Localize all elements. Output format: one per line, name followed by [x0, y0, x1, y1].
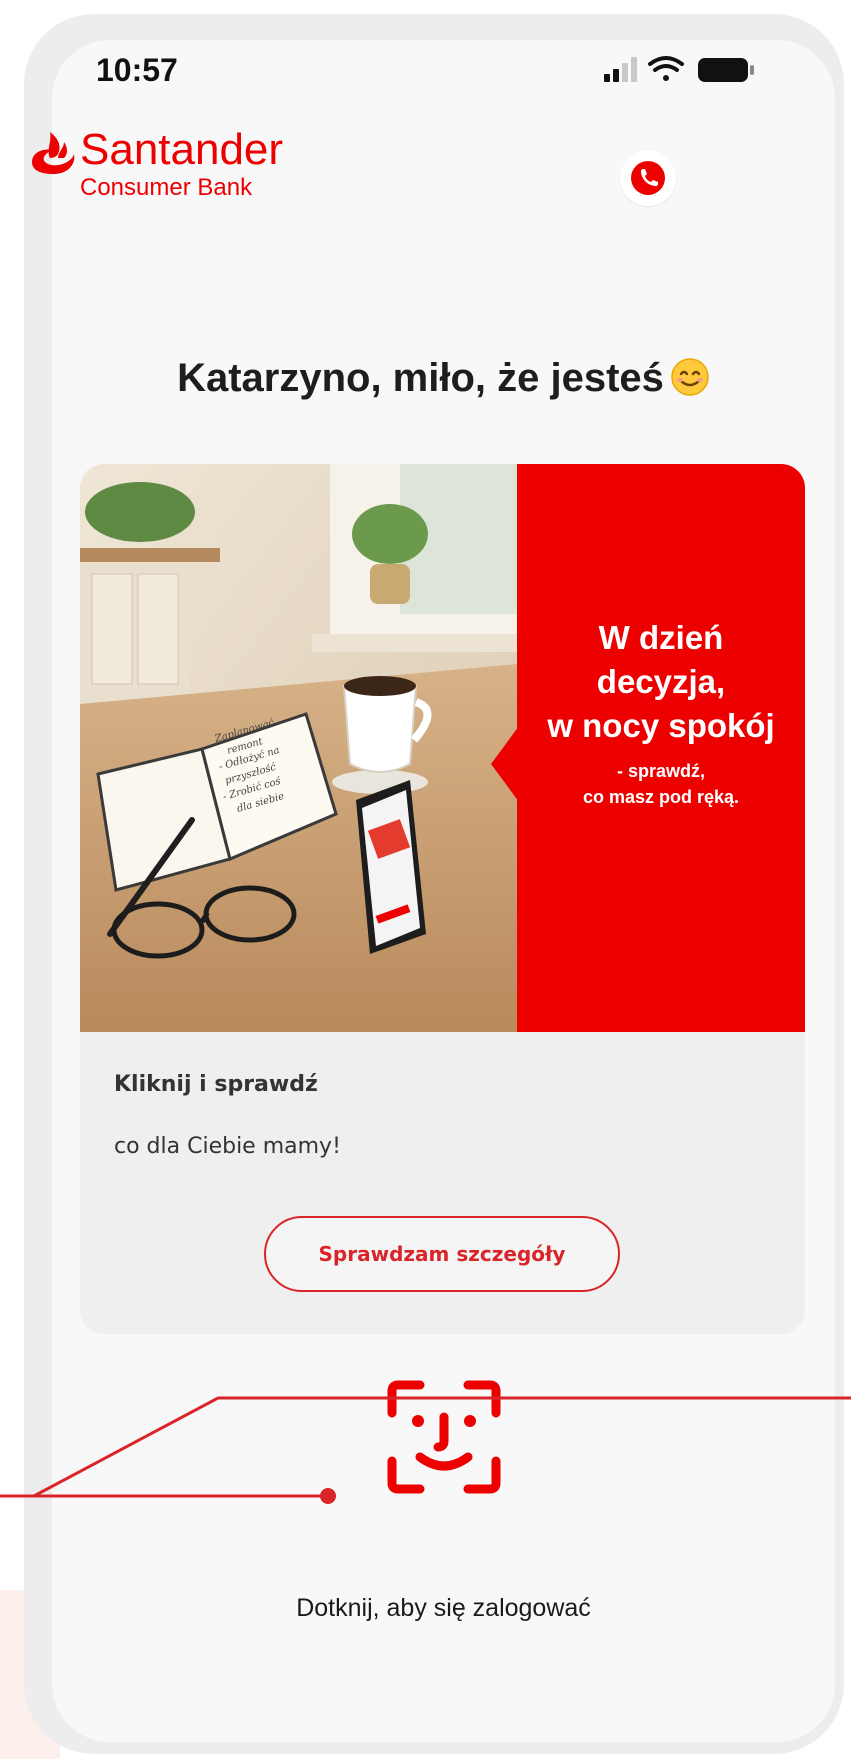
santander-flame-icon: [32, 132, 75, 174]
promo-banner[interactable]: Zaplanować remont - Odłożyć na przyszłoś…: [80, 464, 805, 1032]
banner-photo: Zaplanować remont - Odłożyć na przyszłoś…: [80, 464, 517, 1032]
card-title: Kliknij i sprawdź: [114, 1072, 318, 1097]
greeting-heading: Katarzyno, miło, że jesteś: [52, 356, 835, 401]
wifi-icon: [648, 56, 684, 81]
banner-text: W dzień decyzja, w nocy spokój - sprawdź…: [517, 616, 805, 810]
brand-name: Santander: [80, 125, 284, 174]
face-id-icon[interactable]: [384, 1377, 504, 1497]
check-details-button[interactable]: Sprawdzam szczegóły: [264, 1216, 620, 1292]
subline-line-1: - sprawdź,: [616, 761, 705, 781]
banner-pointer: [491, 726, 519, 802]
login-prompt[interactable]: Dotknij, aby się zalogować: [52, 1594, 835, 1623]
smile-emoji-icon: [671, 358, 709, 396]
headline-line-1: W dzień: [598, 619, 724, 656]
headline-line-3: w nocy spokój: [547, 707, 775, 744]
status-time: 10:57: [96, 52, 178, 88]
santander-logo: Santander Consumer Bank: [28, 128, 348, 268]
battery-icon: [698, 58, 754, 82]
brand-subname: Consumer Bank: [80, 174, 253, 201]
headline-line-2: decyzja,: [596, 663, 726, 700]
phone-call-icon: [631, 161, 665, 195]
subline-line-2: co masz pod ręką.: [582, 787, 740, 807]
greeting-text: Katarzyno, miło, że jesteś: [177, 356, 664, 400]
signal-icon: [604, 57, 637, 82]
call-button[interactable]: [620, 150, 676, 206]
promo-card[interactable]: Zaplanować remont - Odłożyć na przyszłoś…: [80, 464, 805, 1334]
banner-subline: - sprawdź, co masz pod ręką.: [517, 758, 805, 810]
status-icons: [604, 56, 754, 82]
banner-headline: W dzień decyzja, w nocy spokój: [517, 616, 805, 748]
card-description: co dla Ciebie mamy!: [114, 1134, 341, 1159]
